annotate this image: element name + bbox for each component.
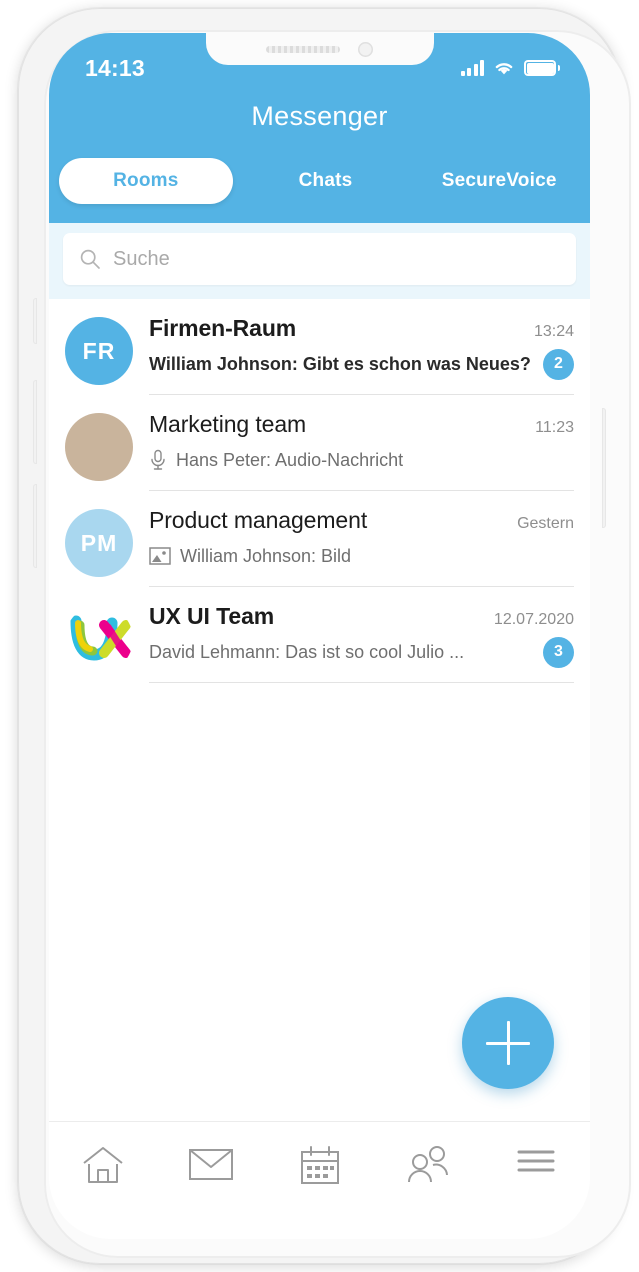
tabbar-item-contacts[interactable] [374, 1144, 482, 1186]
list-item[interactable]: FR Firmen-Raum 13:24 William Johnson: Gi… [49, 299, 590, 395]
rooms-list: FR Firmen-Raum 13:24 William Johnson: Gi… [49, 299, 590, 683]
volume-up-button[interactable] [33, 380, 37, 464]
room-preview: David Lehmann: Das ist so cool Julio ... [149, 641, 465, 662]
search-icon [79, 248, 101, 270]
status-time: 14:13 [85, 54, 145, 81]
divider [149, 682, 574, 683]
device-notch [205, 33, 434, 65]
new-room-button[interactable] [462, 997, 554, 1089]
volume-down-button[interactable] [33, 484, 37, 568]
tab-rooms[interactable]: Rooms [59, 158, 233, 204]
search-input[interactable]: Suche [63, 233, 576, 285]
contacts-icon [404, 1144, 452, 1186]
bottom-tab-bar [49, 1121, 590, 1239]
hamburger-menu-icon [515, 1144, 557, 1174]
tab-securevoice[interactable]: SecureVoice [412, 158, 586, 204]
wifi-icon [493, 60, 515, 76]
divider [149, 586, 574, 587]
status-icons [460, 60, 560, 76]
list-item-body: UX UI Team 12.07.2020 David Lehmann: Das… [149, 603, 574, 683]
search-placeholder: Suche [113, 247, 170, 270]
avatar [65, 413, 133, 481]
room-time: Gestern [517, 515, 574, 532]
search-container: Suche [49, 223, 590, 299]
room-time: 13:24 [533, 323, 574, 340]
image-icon [149, 546, 171, 566]
tabbar-item-menu[interactable] [482, 1144, 590, 1174]
room-name: UX UI Team [149, 603, 275, 629]
signal-bars-icon [460, 60, 484, 76]
list-item[interactable]: UX UI Team 12.07.2020 David Lehmann: Das… [49, 587, 590, 683]
battery-full-icon [524, 60, 560, 76]
speaker-grille-icon [266, 45, 340, 53]
home-icon [80, 1144, 126, 1188]
tab-chats[interactable]: Chats [239, 158, 413, 204]
room-name: Firmen-Raum [149, 315, 297, 341]
silent-switch-button[interactable] [33, 298, 37, 344]
ux-logo-icon [70, 615, 131, 661]
tabbar-item-home[interactable] [49, 1144, 157, 1188]
tabbar-item-mail[interactable] [157, 1144, 265, 1184]
list-item[interactable]: Marketing team 11:23 Hans Peter: Audio-N… [49, 395, 590, 491]
room-preview-wrap: William Johnson: Bild [149, 546, 351, 567]
power-button[interactable] [602, 408, 606, 528]
microphone-icon [149, 449, 167, 471]
list-item[interactable]: PM Product management Gestern William Jo… [49, 491, 590, 587]
avatar [65, 605, 133, 673]
unread-badge: 2 [543, 348, 574, 380]
envelope-icon [187, 1144, 235, 1184]
room-name: Marketing team [149, 411, 307, 437]
front-camera-icon [358, 41, 373, 57]
room-preview: William Johnson: Bild [180, 545, 352, 566]
page-title: Messenger [251, 101, 388, 131]
list-item-body: Product management Gestern William Johns… [149, 507, 574, 587]
divider [149, 490, 574, 491]
avatar: PM [65, 509, 133, 577]
list-item-body: Marketing team 11:23 Hans Peter: Audio-N… [149, 411, 574, 491]
tabbar-item-calendar[interactable] [265, 1144, 373, 1188]
phone-screen: 14:13 Messenger Rooms Chats SecureVoice … [49, 33, 590, 1239]
room-preview: William Johnson: Gibt es schon was Neues… [149, 353, 531, 374]
segmented-tabs: Rooms Chats SecureVoice [49, 158, 590, 204]
room-name: Product management [149, 507, 368, 533]
room-time: 11:23 [535, 419, 574, 436]
unread-badge: 3 [543, 636, 574, 668]
calendar-icon [298, 1144, 342, 1188]
list-item-body: Firmen-Raum 13:24 William Johnson: Gibt … [149, 315, 574, 395]
divider [149, 394, 574, 395]
avatar: FR [65, 317, 133, 385]
room-time: 12.07.2020 [493, 611, 574, 628]
room-preview-wrap: Hans Peter: Audio-Nachricht [149, 449, 403, 471]
room-preview: Hans Peter: Audio-Nachricht [176, 449, 404, 470]
